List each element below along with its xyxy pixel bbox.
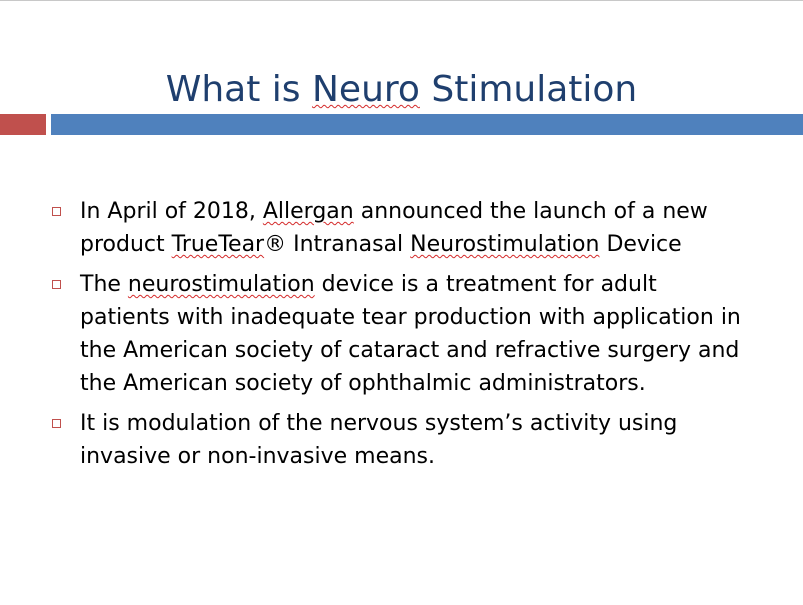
bullet-item-2: The neurostimulation device is a treatme… — [50, 268, 750, 400]
bullet-1-word-truetear: TrueTear — [171, 232, 265, 257]
bullet-1-text-7: Device — [599, 232, 682, 257]
title-accent-bar-red — [0, 114, 46, 135]
slide-top-border — [0, 0, 803, 1]
hollow-square-bullet-icon — [52, 280, 61, 289]
title-text-part3: Stimulation — [419, 69, 638, 110]
bullet-item-1: In April of 2018, Allergan announced the… — [50, 195, 750, 261]
title-text-part1: What is — [165, 69, 312, 110]
bullet-1-word-allergan: Allergan — [262, 199, 354, 224]
bullet-list: In April of 2018, Allergan announced the… — [50, 195, 750, 480]
title-accent-bar-blue — [51, 114, 803, 135]
bullet-2-word-neurostimulation: neurostimulation — [127, 272, 315, 297]
bullet-2-text-1: The — [80, 272, 128, 297]
bullet-1-text-5: ® Intranasal — [264, 232, 411, 257]
bullet-item-3: It is modulation of the nervous system’s… — [50, 407, 750, 473]
hollow-square-bullet-icon — [52, 419, 61, 428]
bullet-1-word-neurostimulation: Neurostimulation — [410, 232, 600, 257]
hollow-square-bullet-icon — [52, 207, 61, 216]
title-text-neuro: Neuro — [311, 69, 420, 110]
bullet-1-text-1: In April of 2018, — [80, 199, 263, 224]
bullet-3-text-1: It is modulation of the nervous system’s… — [80, 411, 678, 469]
slide-title: What is Neuro Stimulation — [0, 68, 803, 112]
